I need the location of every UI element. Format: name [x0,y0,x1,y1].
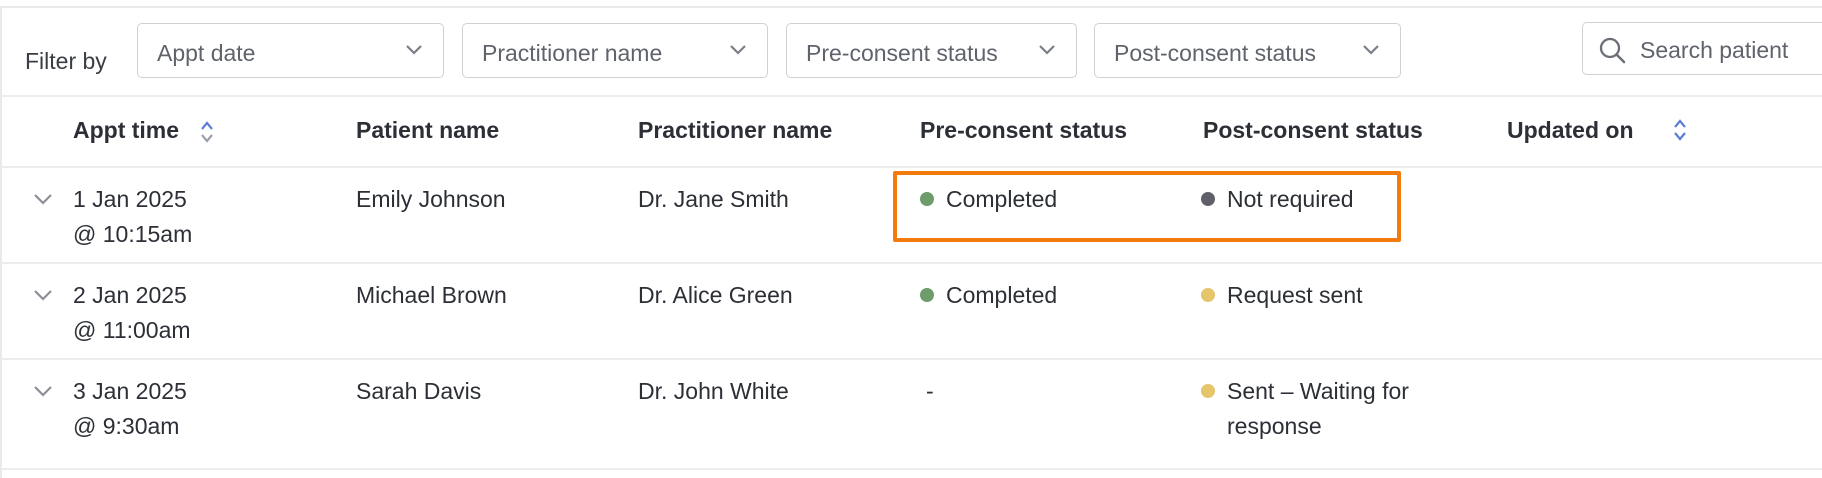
column-header-appt-time[interactable]: Appt time [73,117,179,144]
pre-consent-status: Completed [920,278,1057,313]
column-header-practitioner-name: Practitioner name [638,117,833,143]
post-consent-status-dropdown-label: Post-consent status [1114,40,1316,66]
practitioner-name: Dr. John White [638,378,789,404]
post-consent-status-dropdown[interactable]: Post-consent status [1094,23,1401,78]
highlight-box [893,171,1401,242]
chevron-down-icon [1039,45,1055,55]
status-dot [920,288,934,302]
practitioner-name: Dr. Alice Green [638,282,793,308]
patient-name: Sarah Davis [356,378,482,404]
post-consent-status-text: Request sent [1227,282,1363,308]
post-consent-status: Request sent [1201,278,1363,313]
chevron-down-icon [406,45,422,55]
column-header-patient-name: Patient name [356,117,500,143]
appt-date: 3 Jan 2025 [73,378,187,404]
appt-date-dropdown[interactable]: Appt date [137,23,444,78]
search-icon [1599,37,1626,64]
divider [2,95,1822,97]
practitioner-name-dropdown-label: Practitioner name [482,40,663,66]
pre-consent-status-dropdown-label: Pre-consent status [806,40,998,66]
table-row[interactable]: 2 Jan 2025 @ 11:00am Michael Brown Dr. A… [2,264,1822,358]
chevron-down-icon[interactable] [32,384,54,398]
column-header-pre-consent-status: Pre-consent status [920,117,1128,143]
post-consent-status-text-line2: response [1227,413,1322,439]
appt-time: @ 10:15am [73,221,193,247]
practitioner-name: Dr. Jane Smith [638,186,789,212]
sort-icon[interactable] [200,120,214,144]
post-consent-status: Sent – Waiting for [1201,374,1409,409]
appointments-consent-panel: Filter by Appt date Practitioner name Pr… [0,0,1822,478]
search-patient-input[interactable]: Search patient [1582,22,1822,75]
appt-date-dropdown-label: Appt date [157,40,256,66]
chevron-down-icon[interactable] [32,288,54,302]
table-row[interactable]: 3 Jan 2025 @ 9:30am Sarah Davis Dr. John… [2,360,1822,454]
chevron-down-icon[interactable] [32,192,54,206]
status-dot [1201,288,1215,302]
post-consent-status-text: Sent – Waiting for [1227,378,1409,404]
search-patient-placeholder: Search patient [1640,37,1789,63]
sort-icon[interactable] [1673,118,1687,142]
chevron-down-icon [730,45,746,55]
patient-name: Michael Brown [356,282,507,308]
patient-name: Emily Johnson [356,186,506,212]
practitioner-name-dropdown[interactable]: Practitioner name [462,23,768,78]
column-header-post-consent-status: Post-consent status [1203,117,1423,143]
filter-bar: Filter by Appt date Practitioner name Pr… [0,8,1822,96]
appt-time: @ 9:30am [73,413,180,439]
appt-date: 2 Jan 2025 [73,282,187,308]
appt-time: @ 11:00am [73,317,191,343]
pre-consent-status-text: - [926,378,934,404]
filter-by-label: Filter by [25,48,107,74]
status-dot [1201,384,1215,398]
column-header-updated-on[interactable]: Updated on [1507,117,1634,144]
chevron-down-icon [1363,45,1379,55]
appt-date: 1 Jan 2025 [73,186,187,212]
divider [2,468,1822,470]
pre-consent-status-text: Completed [946,282,1058,308]
pre-consent-status-dropdown[interactable]: Pre-consent status [786,23,1077,78]
